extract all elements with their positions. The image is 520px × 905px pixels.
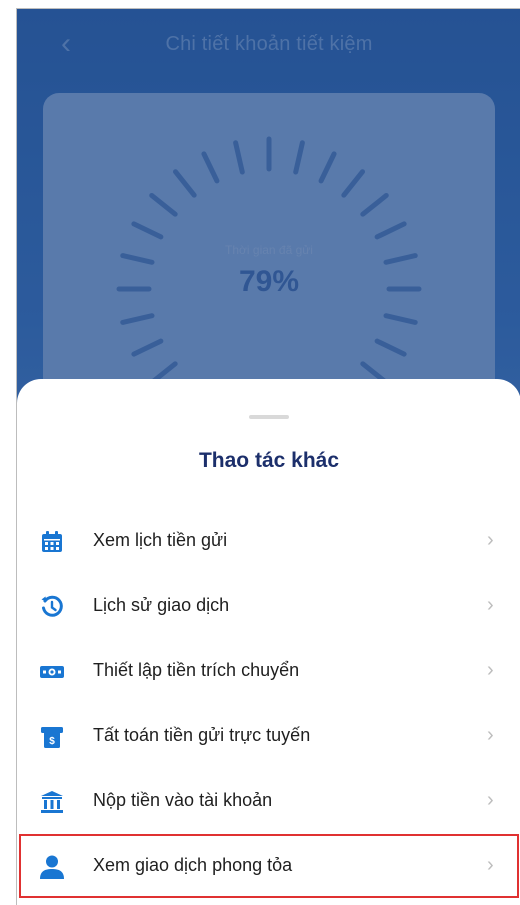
menu-item-label: Xem giao dịch phong tỏa (93, 855, 293, 875)
menu-item-label: Lịch sử giao dịch (93, 595, 230, 615)
sheet-handle[interactable] (249, 415, 289, 419)
money-icon (39, 659, 65, 685)
calendar-icon (39, 529, 65, 555)
menu-item-transfer-setup[interactable]: Thiết lập tiền trích chuyển › (17, 639, 520, 704)
menu-item-view-frozen-transactions[interactable]: Xem giao dịch phong tỏa › (17, 834, 520, 899)
svg-text:$: $ (49, 736, 55, 747)
menu-item-label: Nộp tiền vào tài khoản (93, 790, 273, 810)
menu-item-deposit-schedule[interactable]: Xem lịch tiền gửi › (17, 509, 520, 574)
history-icon (39, 594, 65, 620)
bank-icon (39, 789, 65, 815)
app-frame: ‹ Chi tiết khoản tiết kiệm Thời gian đã … (16, 8, 520, 905)
menu-item-label: Tất toán tiền gửi trực tuyến (93, 725, 311, 745)
chevron-right-icon: › (487, 854, 494, 876)
chevron-right-icon: › (487, 659, 494, 681)
sheet-title: Thao tác khác (198, 449, 340, 472)
chevron-right-icon: › (487, 789, 494, 811)
chevron-right-icon: › (487, 594, 494, 616)
menu-item-label: Thiết lập tiền trích chuyển (93, 660, 300, 680)
chevron-right-icon: › (487, 529, 494, 551)
chevron-right-icon: › (487, 724, 494, 746)
user-icon (39, 854, 65, 880)
settlement-icon: $ (39, 724, 65, 750)
menu-item-transaction-history[interactable]: Lịch sử giao dịch › (17, 574, 520, 639)
action-menu: Xem lịch tiền gửi › Lịch sử giao dịch › (17, 509, 520, 899)
menu-item-deposit-to-account[interactable]: Nộp tiền vào tài khoản › (17, 769, 520, 834)
menu-item-online-settlement[interactable]: $ Tất toán tiền gửi trực tuyến › (17, 704, 520, 769)
menu-item-label: Xem lịch tiền gửi (93, 530, 228, 550)
bottom-sheet: Thao tác khác Xem lịch tiền gửi › Lịch s… (17, 379, 520, 905)
